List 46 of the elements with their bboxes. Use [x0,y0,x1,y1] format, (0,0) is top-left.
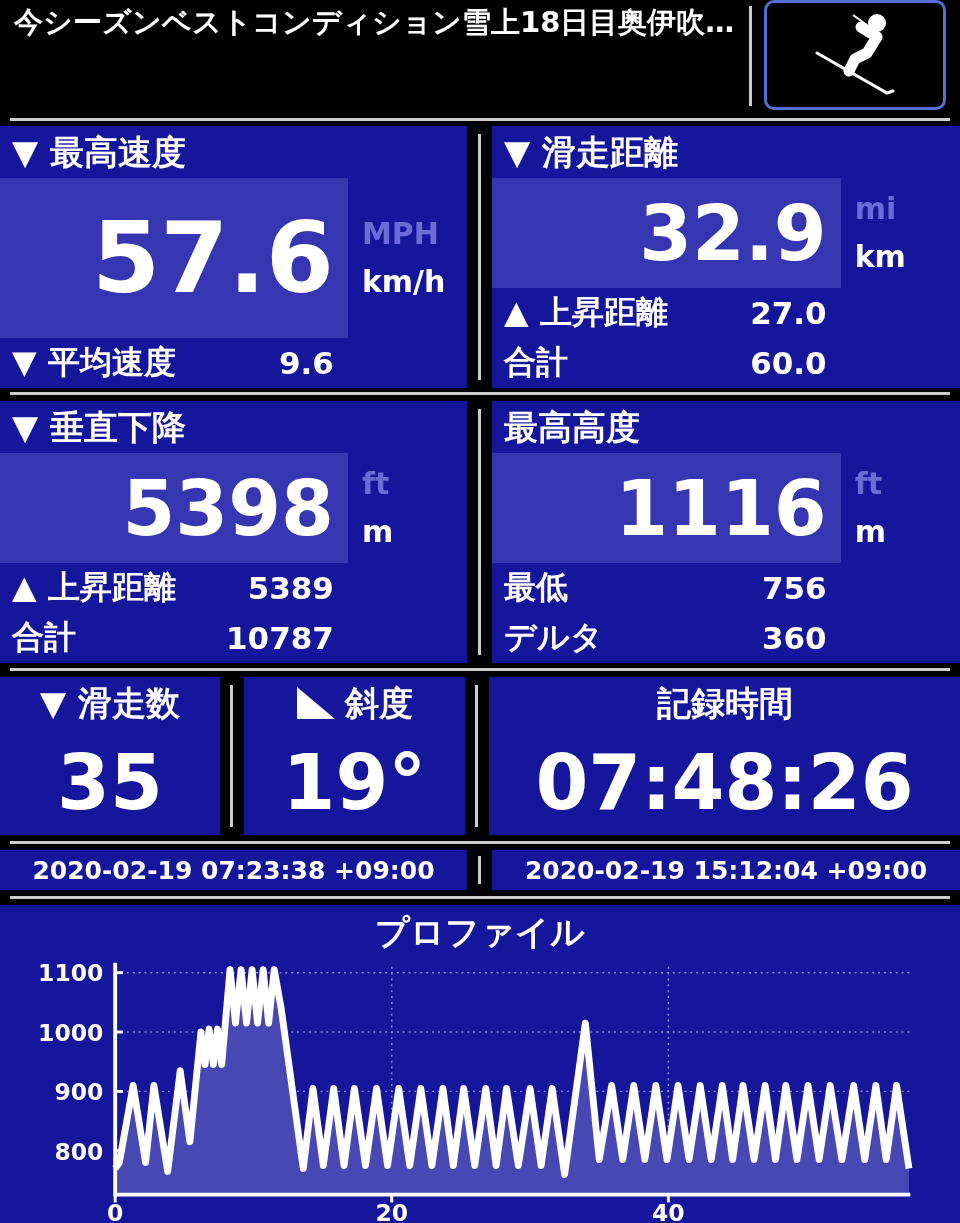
stat-label: ▲ 上昇距離 [504,292,668,333]
stat-label: 合計 [504,342,568,383]
stat-value: 5389 [247,570,334,606]
unit-label[interactable]: m [361,514,394,550]
stat-label: デルタ [504,617,603,658]
end-time: 2020-02-19 15:12:04 +09:00 [492,850,960,890]
y-tick-label: 900 [54,1078,104,1107]
stat-value: 1116 [492,453,841,563]
stat-title: 最高高度 [503,406,641,449]
stat-value: 32.9 [492,178,841,288]
stat-label: 最低 [504,567,568,608]
counter-title: ▼ 滑走数 [40,682,180,725]
slope-icon [296,687,335,719]
counter-value: 07:48:26 [535,736,914,829]
stat-value: 57.6 [0,178,348,338]
stat-value: 5398 [0,453,348,563]
x-tick-label: 20 [375,1199,409,1223]
stat-value: 756 [761,570,827,606]
stat-value: 360 [761,620,827,656]
stat-label: ▲ 上昇距離 [12,567,176,608]
counter-value: 19° [282,736,427,829]
stat-title: ▼ 最高速度 [11,131,187,174]
stat-title: ▼ 垂直下降 [11,406,187,449]
unit-label[interactable]: m [854,514,886,550]
counter-title: 斜度 [344,682,413,725]
y-tick-label: 1100 [38,959,104,988]
skier-icon [815,13,895,97]
activity-type-button[interactable] [764,0,946,110]
counter-value: 35 [57,736,163,829]
start-time: 2020-02-19 07:23:38 +09:00 [0,850,467,890]
stat-value: 27.0 [750,295,827,331]
stat-value: 9.6 [279,345,334,381]
unit-label[interactable]: km [854,239,906,275]
stat-value: 10787 [226,620,334,656]
unit-label[interactable]: km/h [361,264,446,300]
activity-title: 今シーズンベストコンディション雪上18日目奥伊吹… [13,4,736,40]
chart-title: プロファイル [375,911,585,954]
y-tick-label: 800 [54,1137,104,1166]
x-tick-label: 0 [107,1199,124,1223]
stat-label: 合計 [12,617,76,658]
stat-title: ▼ 滑走距離 [503,131,679,174]
stat-label: ▼ 平均速度 [12,342,176,383]
counter-title: 記録時間 [656,682,793,725]
x-tick-label: 40 [652,1199,685,1223]
y-tick-label: 1000 [38,1018,104,1047]
stat-value: 60.0 [750,345,827,381]
